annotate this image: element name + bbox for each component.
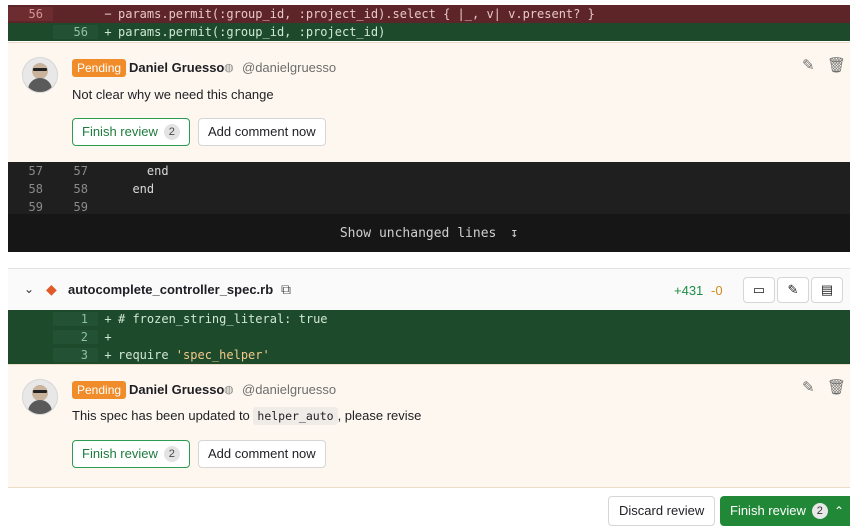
- new-line-number[interactable]: 58: [53, 182, 98, 196]
- file-name[interactable]: autocomplete_controller_spec.rb: [68, 282, 273, 297]
- author-handle[interactable]: @danielgruesso: [242, 382, 336, 397]
- verified-icon: ◍: [224, 384, 234, 396]
- show-unchanged-lines-button[interactable]: Show unchanged lines ↧: [8, 214, 850, 252]
- new-line-number[interactable]: 3: [53, 348, 98, 362]
- finish-review-button[interactable]: Finish review 2: [72, 118, 190, 146]
- pending-badge: Pending: [72, 381, 127, 399]
- file-icon[interactable]: ▤: [811, 277, 843, 303]
- inline-code: helper_auto: [253, 407, 338, 425]
- old-line-number[interactable]: 59: [8, 200, 53, 214]
- finish-review-main-button[interactable]: Finish review 2 ⌃: [720, 496, 850, 526]
- avatar[interactable]: [22, 57, 58, 93]
- discard-review-button[interactable]: Discard review: [608, 496, 716, 526]
- code-text: params.permit(:group_id, :project_id).se…: [118, 7, 595, 21]
- copy-icon[interactable]: ⧉: [281, 281, 291, 298]
- comment-count-badge: 2: [163, 446, 180, 462]
- comment-body: Not clear why we need this change: [72, 87, 274, 102]
- new-line-number[interactable]: 56: [53, 25, 98, 39]
- show-unchanged-label: Show unchanged lines: [339, 225, 497, 241]
- code-text: end: [118, 164, 169, 178]
- new-line-number[interactable]: 1: [53, 312, 98, 326]
- review-comment: Pending Daniel Gruesso ◍ @danielgruesso …: [8, 42, 850, 164]
- diff-sign: +: [104, 312, 112, 326]
- finish-review-button[interactable]: Finish review 2: [72, 440, 190, 468]
- code-keyword: require: [118, 348, 176, 362]
- diff-line-added: 3 + require 'spec_helper': [8, 346, 850, 364]
- author-handle[interactable]: @danielgruesso: [242, 60, 336, 75]
- comment-count-badge: 2: [811, 503, 828, 519]
- review-comment: Pending Daniel Gruesso ◍ @danielgruesso …: [8, 364, 850, 488]
- delete-trash-icon[interactable]: 🗑: [827, 378, 846, 396]
- avatar[interactable]: [22, 379, 58, 415]
- diff-line-added: 56 + params.permit(:group_id, :project_i…: [8, 23, 850, 41]
- additions-count: +431: [674, 283, 704, 298]
- add-comment-now-button[interactable]: Add comment now: [198, 118, 326, 146]
- delete-trash-icon[interactable]: 🗑: [827, 56, 846, 74]
- review-bar: Discard review Finish review 2 ⌃: [0, 490, 850, 529]
- pending-badge: Pending: [72, 59, 127, 77]
- diff-sign: +: [104, 330, 112, 344]
- comment-body: This spec has been updated to helper_aut…: [72, 407, 422, 425]
- new-line-number[interactable]: 59: [53, 200, 98, 214]
- old-line-number[interactable]: 56: [8, 7, 53, 21]
- diff-line-added: 1 + # frozen_string_literal: true: [8, 310, 850, 328]
- expand-down-icon: ↧: [510, 225, 519, 241]
- code-string: 'spec_helper': [175, 348, 270, 362]
- comment-count-badge: 2: [163, 124, 180, 140]
- add-comment-now-button[interactable]: Add comment now: [198, 440, 326, 468]
- diff-line-removed: 56 − params.permit(:group_id, :project_i…: [8, 5, 850, 23]
- finish-review-label: Finish review: [82, 446, 158, 461]
- diff-sign: +: [104, 348, 112, 362]
- comment-icon[interactable]: ▭: [743, 277, 775, 303]
- author-name[interactable]: Daniel Gruesso: [129, 382, 224, 397]
- edit-pencil-icon[interactable]: ✎: [802, 56, 815, 74]
- diff-sign: −: [104, 7, 112, 21]
- pencil-icon[interactable]: ✎: [777, 277, 809, 303]
- chevron-up-icon[interactable]: ⌃: [834, 496, 844, 526]
- edit-pencil-icon[interactable]: ✎: [802, 378, 815, 396]
- code-text: params.permit(:group_id, :project_id): [118, 25, 386, 39]
- diff-sign: +: [104, 25, 112, 39]
- code-text: # frozen_string_literal: true: [118, 312, 328, 326]
- new-line-number[interactable]: 57: [53, 164, 98, 178]
- old-line-number[interactable]: 58: [8, 182, 53, 196]
- finish-review-label: Finish review: [730, 503, 806, 518]
- author-name[interactable]: Daniel Gruesso: [129, 60, 224, 75]
- ruby-icon: ◆: [46, 281, 57, 297]
- diff-line-context: 58 58 end: [8, 180, 850, 198]
- diff-line-context: 57 57 end: [8, 162, 850, 180]
- code-text: end: [118, 182, 155, 196]
- deletions-count: -0: [711, 283, 723, 298]
- file-header: ⌄ ◆ autocomplete_controller_spec.rb ⧉ +4…: [8, 268, 850, 312]
- finish-review-label: Finish review: [82, 124, 158, 139]
- old-line-number[interactable]: 57: [8, 164, 53, 178]
- new-line-number[interactable]: 2: [53, 330, 98, 344]
- code-text: require 'spec_helper': [118, 348, 270, 362]
- verified-icon: ◍: [224, 62, 234, 74]
- diff-line-added: 2 +: [8, 328, 850, 346]
- chevron-down-icon[interactable]: ⌄: [24, 282, 34, 296]
